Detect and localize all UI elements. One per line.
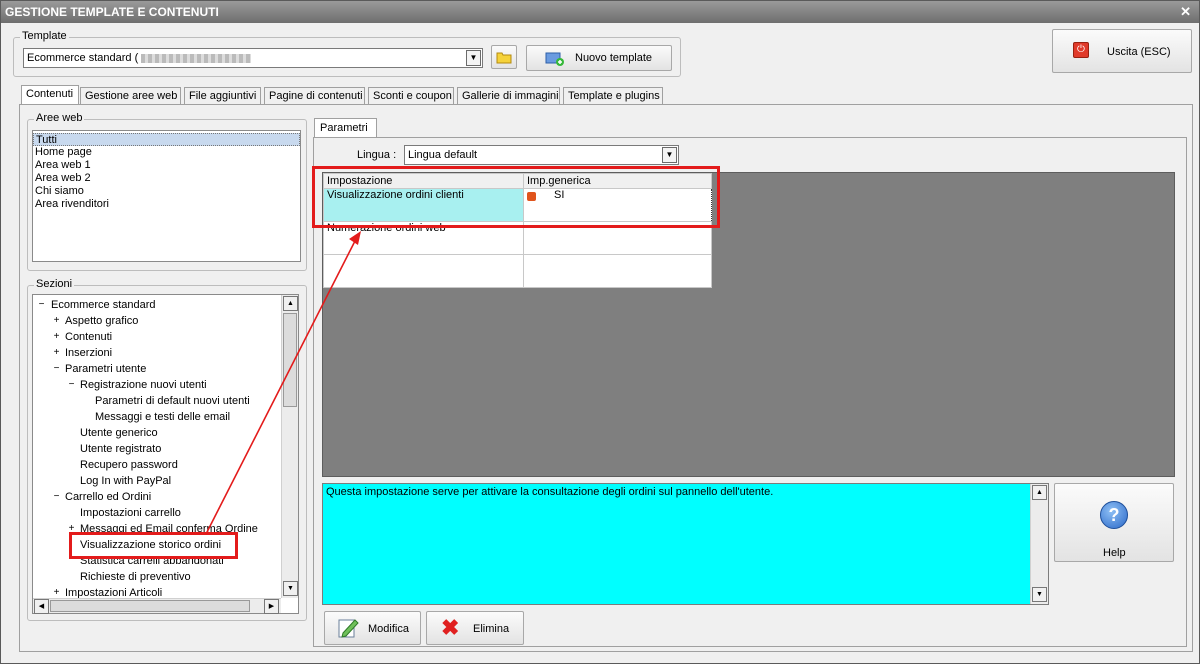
annotation-arrow [205, 231, 361, 535]
main-window: GESTIONE TEMPLATE E CONTENUTI ✕ Template… [0, 0, 1200, 664]
